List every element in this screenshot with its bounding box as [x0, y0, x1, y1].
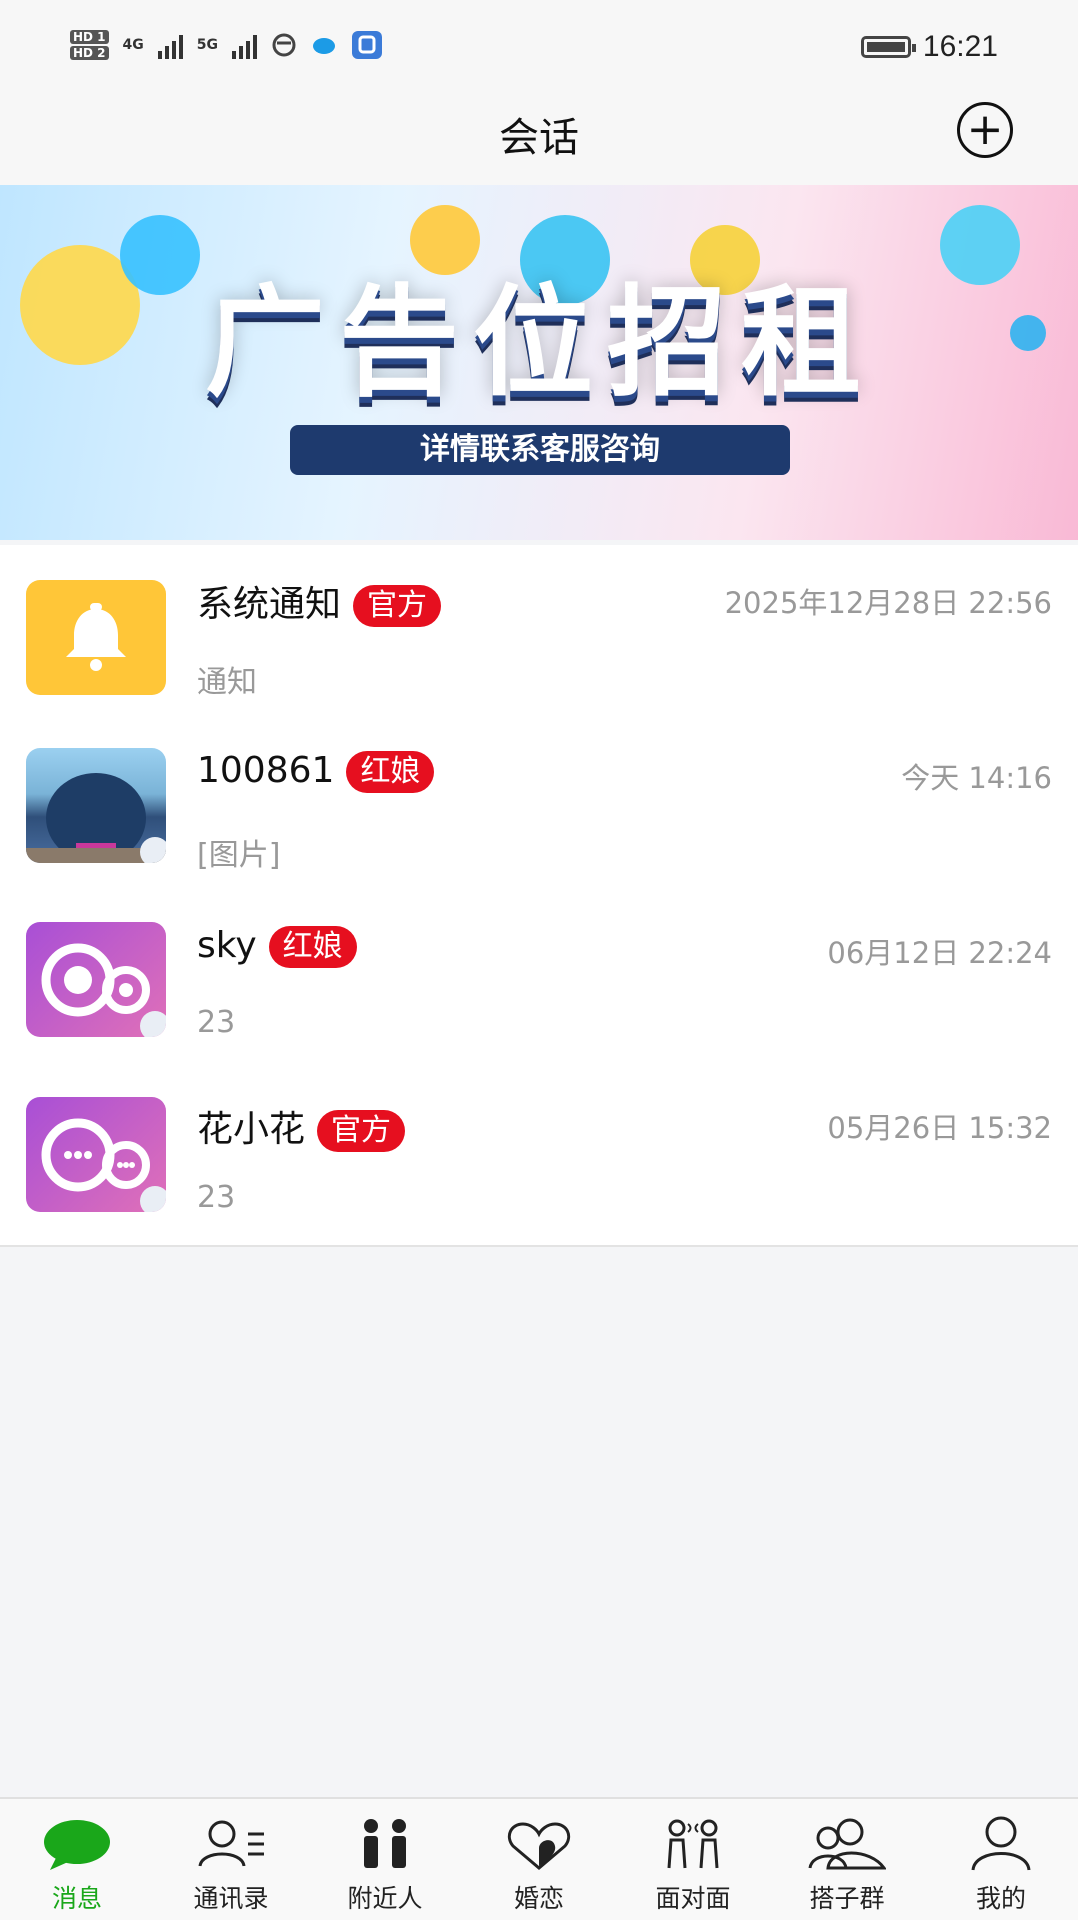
hd2-label: HD 2 [70, 46, 109, 60]
conversation-row[interactable]: sky 红娘 06月12日 22:24 23 [0, 895, 1078, 1065]
conversation-name-text: 系统通知 [197, 584, 342, 625]
conversation-name: 系统通知 官方 [197, 575, 442, 627]
avatar [26, 922, 166, 1037]
tab-messages[interactable]: 消息 [0, 1799, 154, 1920]
face-to-face-icon [667, 1819, 719, 1869]
tab-label: 婚恋 [513, 1884, 564, 1913]
corner-dot [140, 1011, 166, 1037]
tab-nearby[interactable]: 附近人 [308, 1799, 462, 1920]
shield-app-icon [352, 31, 382, 59]
banner-headline: 广告位招租 [205, 272, 875, 413]
corner-dot [140, 1186, 166, 1212]
page-title: 会话 [499, 115, 579, 161]
tab-label: 面对面 [655, 1884, 731, 1913]
matchmaker-badge: 红娘 [268, 926, 357, 968]
conversation-name-text: 花小花 [197, 1109, 306, 1150]
conversation-row[interactable]: 系统通知 官方 2025年12月28日 22:56 通知 [0, 545, 1078, 715]
conversation-name: 花小花 官方 [197, 1100, 406, 1152]
group-icon [808, 1818, 886, 1870]
tab-profile[interactable]: 我的 [924, 1799, 1078, 1920]
corner-dot [140, 837, 166, 863]
tab-face-to-face[interactable]: 面对面 [616, 1799, 770, 1920]
conversation-time: 05月26日 15:32 [827, 1111, 1052, 1145]
decor-bubble [1010, 315, 1046, 351]
tab-contacts[interactable]: 通讯录 [154, 1799, 308, 1920]
hd-indicator: HD 1 HD 2 [70, 30, 109, 60]
battery-icon [860, 36, 916, 58]
tab-label: 通讯录 [193, 1884, 269, 1913]
conversation-list: 系统通知 官方 2025年12月28日 22:56 通知 100861 红娘 今天 … [0, 545, 1078, 1247]
tab-dating[interactable]: 婚恋 [462, 1799, 616, 1920]
avatar [26, 580, 166, 695]
title-bar: 会话 + [0, 95, 1078, 185]
tab-label: 消息 [51, 1884, 102, 1913]
conversation-time: 今天 14:16 [901, 761, 1052, 795]
hd1-label: HD 1 [70, 30, 109, 44]
conversation-name: sky 红娘 [197, 925, 357, 968]
conversation-time: 2025年12月28日 22:56 [724, 586, 1052, 620]
network-4g-label: 4G [122, 37, 144, 53]
conversation-preview: 通知 [197, 665, 257, 700]
status-icons-left: HD 1 HD 2 4G 5G [70, 30, 383, 60]
conversation-name-text: sky [197, 925, 257, 966]
official-badge: 官方 [353, 585, 442, 627]
bird-app-icon [313, 38, 335, 54]
conversation-row[interactable]: 100861 红娘 今天 14:16 [图片] [0, 720, 1078, 890]
official-badge: 官方 [317, 1110, 406, 1152]
conversation-preview: 23 [197, 1180, 236, 1215]
nearby-people-icon [364, 1819, 406, 1868]
bell-icon [66, 602, 126, 671]
avatar [26, 1097, 166, 1212]
profile-icon [971, 1816, 1031, 1871]
tab-groups[interactable]: 搭子群 [770, 1799, 924, 1920]
avatar [26, 748, 166, 863]
tab-label: 我的 [975, 1884, 1026, 1913]
clock: 16:21 [922, 30, 998, 63]
conversation-name-text: 100861 [197, 750, 335, 791]
chat-logo-icon [41, 1118, 150, 1191]
matchmaker-badge: 红娘 [346, 751, 435, 793]
signal-icon-2 [232, 31, 257, 59]
add-button[interactable]: + [957, 102, 1013, 158]
conversation-preview: 23 [197, 1005, 236, 1040]
conversation-time: 06月12日 22:24 [827, 936, 1052, 970]
hearts-icon [507, 1822, 571, 1870]
status-icons-right: 16:21 [860, 30, 998, 64]
conversation-name: 100861 红娘 [197, 750, 435, 793]
face-icon [272, 33, 296, 57]
flower-logo-icon [41, 943, 150, 1016]
tab-label: 搭子群 [809, 1884, 885, 1913]
plus-circle-icon: + [966, 104, 1004, 155]
ad-banner[interactable]: 广告位招租 详情联系客服咨询 [0, 185, 1078, 540]
contacts-icon [198, 1820, 264, 1867]
chat-bubble-icon [44, 1820, 110, 1870]
signal-icon-1 [157, 31, 183, 59]
conversation-row[interactable]: 花小花 官方 05月26日 15:32 23 [0, 1070, 1078, 1240]
banner-subline: 详情联系客服咨询 [290, 425, 790, 475]
tab-label: 附近人 [347, 1884, 423, 1913]
network-5g-label: 5G [196, 37, 218, 53]
status-bar: HD 1 HD 2 4G 5G 16:21 [0, 0, 1078, 95]
bottom-tab-bar: 消息 通讯录 附近人 婚恋 面对面 搭子群 我的 [0, 1797, 1078, 1920]
conversation-preview: [图片] [197, 838, 281, 873]
